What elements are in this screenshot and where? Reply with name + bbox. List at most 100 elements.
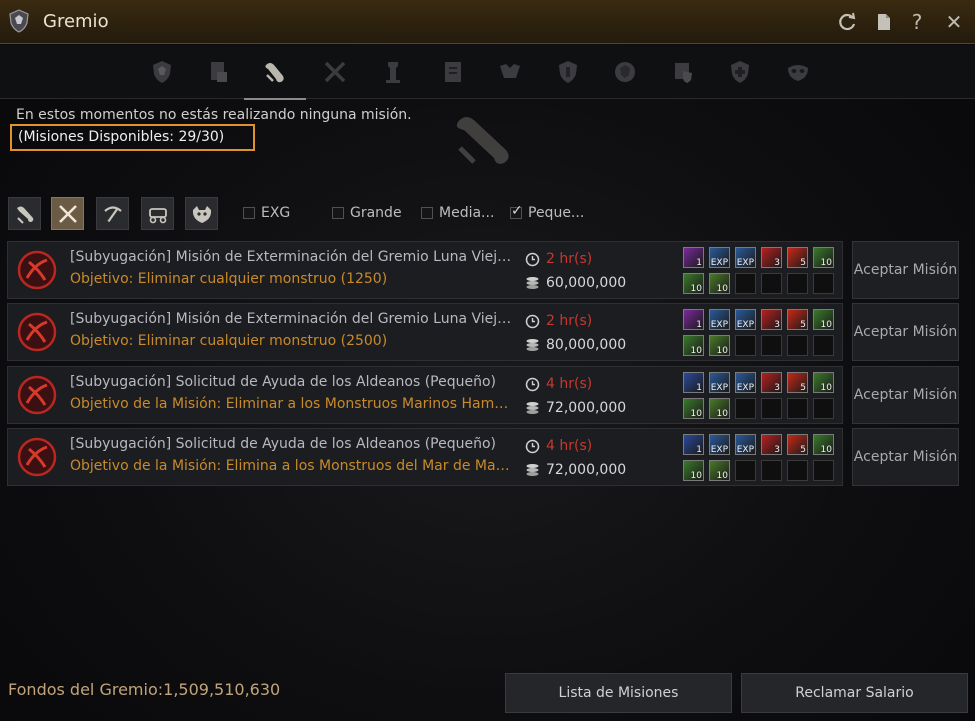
reward-empty-slot[interactable]: [761, 460, 782, 481]
reward-item-slot[interactable]: 5: [787, 372, 808, 393]
tab-guild-info[interactable]: [199, 53, 237, 91]
reward-item-slot[interactable]: 5: [787, 309, 808, 330]
document-button[interactable]: [873, 11, 895, 33]
reward-empty-slot[interactable]: [761, 273, 782, 294]
tab-medic[interactable]: [721, 53, 759, 91]
reward-empty-slot[interactable]: [761, 398, 782, 419]
reward-item-slot[interactable]: 1: [683, 434, 704, 455]
mission-row[interactable]: [Subyugación] Solicitud de Ayuda de los …: [7, 428, 843, 486]
reward-item-slot[interactable]: 10: [683, 398, 704, 419]
reward-quantity: 5: [800, 320, 806, 330]
close-button[interactable]: ✕: [943, 11, 965, 33]
tab-mask[interactable]: [779, 53, 817, 91]
reward-empty-slot[interactable]: [787, 460, 808, 481]
reward-item-slot[interactable]: 10: [813, 309, 834, 330]
checkbox[interactable]: [421, 207, 433, 219]
tab-guild-crest[interactable]: [143, 53, 181, 91]
reward-item-slot[interactable]: EXP: [735, 309, 756, 330]
reward-quantity: EXP: [736, 320, 754, 330]
reward-item-slot[interactable]: 10: [709, 460, 730, 481]
filter-check-pequeno[interactable]: Peque...: [510, 203, 584, 221]
accept-mission-button[interactable]: Aceptar Misión: [852, 241, 959, 299]
reward-item-slot[interactable]: EXP: [709, 434, 730, 455]
tab-war[interactable]: [316, 53, 354, 91]
tab-tower[interactable]: [374, 53, 412, 91]
reward-empty-slot[interactable]: [813, 273, 834, 294]
checkbox[interactable]: [243, 207, 255, 219]
filter-combat[interactable]: [51, 197, 84, 230]
tab-alliance[interactable]: [664, 53, 702, 91]
reward-item-slot[interactable]: 5: [787, 247, 808, 268]
reward-empty-slot[interactable]: [787, 273, 808, 294]
reward-item-slot[interactable]: EXP: [709, 309, 730, 330]
checkbox[interactable]: [332, 207, 344, 219]
tab-quest[interactable]: [244, 53, 306, 100]
filter-trade[interactable]: [141, 197, 174, 230]
reward-item-slot[interactable]: EXP: [735, 247, 756, 268]
reward-item-slot[interactable]: 10: [813, 372, 834, 393]
reward-item-slot[interactable]: 1: [683, 247, 704, 268]
tab-notice-board[interactable]: [434, 53, 472, 91]
checkbox-checked[interactable]: [510, 203, 523, 219]
reward-item-slot[interactable]: EXP: [735, 372, 756, 393]
filter-check-grande[interactable]: Grande: [332, 205, 402, 221]
reward-item-slot[interactable]: 1: [683, 309, 704, 330]
reward-item-slot[interactable]: 10: [709, 273, 730, 294]
reward-quantity: 10: [820, 320, 832, 330]
tab-fortress[interactable]: [549, 53, 587, 91]
reward-item-slot[interactable]: 10: [683, 335, 704, 356]
mission-list-button[interactable]: Lista de Misiones: [505, 673, 732, 713]
mission-title: [Subyugación] Solicitud de Ayuda de los …: [70, 374, 497, 390]
guild-shield-icon: [9, 9, 29, 33]
filter-check-exg[interactable]: EXG: [243, 205, 290, 221]
reward-empty-slot[interactable]: [761, 335, 782, 356]
reward-item-slot[interactable]: 10: [709, 335, 730, 356]
reward-empty-slot[interactable]: [813, 460, 834, 481]
notice-board-icon: [445, 62, 461, 82]
reward-item-slot[interactable]: 5: [787, 434, 808, 455]
reward-quantity: 3: [774, 383, 780, 393]
accept-mission-button[interactable]: Aceptar Misión: [852, 366, 959, 424]
accept-mission-button[interactable]: Aceptar Misión: [852, 428, 959, 486]
reward-quantity: EXP: [710, 445, 728, 455]
subjugation-emblem-icon: [17, 312, 57, 352]
reward-empty-slot[interactable]: [735, 398, 756, 419]
reward-item-slot[interactable]: 10: [683, 273, 704, 294]
refresh-button[interactable]: [836, 11, 858, 33]
reward-item-slot[interactable]: EXP: [709, 247, 730, 268]
accept-mission-button[interactable]: Aceptar Misión: [852, 303, 959, 361]
filter-gathering[interactable]: [8, 197, 41, 230]
reward-empty-slot[interactable]: [735, 335, 756, 356]
reward-item-slot[interactable]: 3: [761, 247, 782, 268]
filter-mining[interactable]: [96, 197, 129, 230]
reward-empty-slot[interactable]: [787, 398, 808, 419]
reward-item-slot[interactable]: 3: [761, 372, 782, 393]
reward-item-slot[interactable]: EXP: [735, 434, 756, 455]
check-label: Grande: [350, 205, 402, 221]
reward-item-slot[interactable]: 10: [813, 434, 834, 455]
reward-quantity: 1: [696, 445, 702, 455]
reward-item-slot[interactable]: 3: [761, 309, 782, 330]
claim-salary-button[interactable]: Reclamar Salario: [741, 673, 968, 713]
reward-empty-slot[interactable]: [813, 335, 834, 356]
mission-row[interactable]: [Subyugación] Misión de Exterminación de…: [7, 241, 843, 299]
reward-empty-slot[interactable]: [735, 460, 756, 481]
available-missions-highlight: (Misiones Disponibles: 29/30): [10, 124, 255, 151]
reward-item-slot[interactable]: EXP: [709, 372, 730, 393]
reward-empty-slot[interactable]: [735, 273, 756, 294]
filter-monster[interactable]: [185, 197, 218, 230]
reward-item-slot[interactable]: 10: [709, 398, 730, 419]
mission-row[interactable]: [Subyugación] Solicitud de Ayuda de los …: [7, 366, 843, 424]
reward-empty-slot[interactable]: [787, 335, 808, 356]
title-bar[interactable]: Gremio ? ✕: [0, 0, 975, 44]
mission-row[interactable]: [Subyugación] Misión de Exterminación de…: [7, 303, 843, 361]
tab-occupation[interactable]: [606, 53, 644, 91]
help-button[interactable]: ?: [906, 11, 928, 33]
reward-item-slot[interactable]: 10: [683, 460, 704, 481]
tab-guild-league[interactable]: [491, 53, 529, 91]
reward-item-slot[interactable]: 3: [761, 434, 782, 455]
filter-check-media[interactable]: Media...: [421, 205, 494, 221]
reward-item-slot[interactable]: 1: [683, 372, 704, 393]
reward-empty-slot[interactable]: [813, 398, 834, 419]
reward-item-slot[interactable]: 10: [813, 247, 834, 268]
